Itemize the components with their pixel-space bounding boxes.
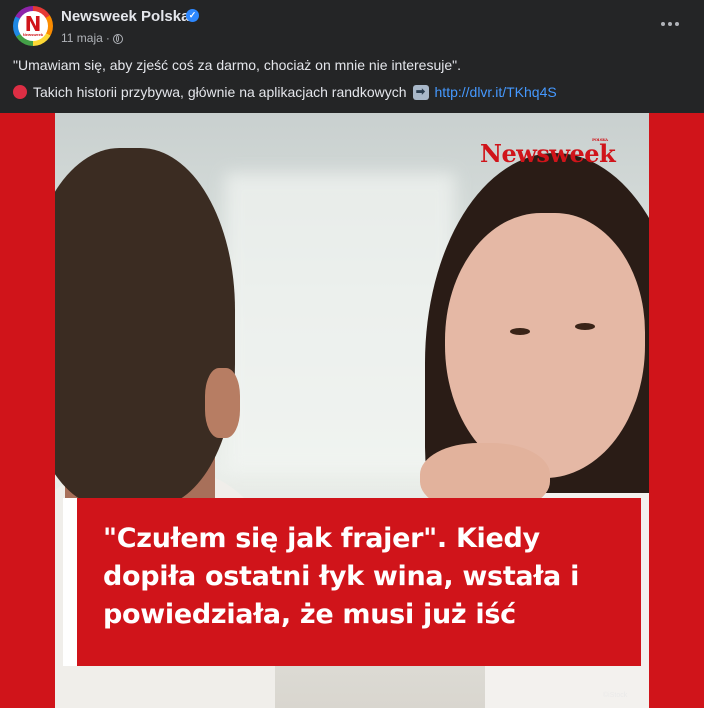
post-meta: 11 maja · xyxy=(61,31,123,45)
background-window xyxy=(225,173,455,473)
page-name-link[interactable]: Newsweek Polska xyxy=(61,8,189,25)
caption-box: "Czułem się jak frajer". Kiedy dopiła os… xyxy=(63,498,641,666)
page-avatar[interactable]: N Newsweek xyxy=(13,6,53,46)
logo-small-text: POLSKA xyxy=(592,137,608,142)
dot-icon xyxy=(668,22,672,26)
logo-text: Newsweek xyxy=(480,139,616,168)
photo: Newsweek POLSKA "Czułem się jak frajer".… xyxy=(55,113,649,708)
arrow-right-icon: ➡ xyxy=(412,84,429,100)
photo-credit: ©iStock xyxy=(603,692,628,699)
man-ear xyxy=(205,368,240,438)
article-link[interactable]: http://dlvr.it/TKhq4S xyxy=(435,84,557,100)
post-text-body: Takich historii przybywa, głównie na apl… xyxy=(33,84,407,100)
dot-icon xyxy=(661,22,665,26)
dot-icon xyxy=(675,22,679,26)
avatar-logo: N Newsweek xyxy=(18,11,48,41)
facebook-post: N Newsweek Newsweek Polska ✓ 11 maja · "U… xyxy=(0,0,704,708)
woman-eye xyxy=(510,328,530,335)
verified-badge-icon: ✓ xyxy=(186,9,199,22)
red-circle-icon xyxy=(13,85,27,99)
more-options-button[interactable] xyxy=(652,10,688,38)
meta-separator: · xyxy=(105,31,110,45)
post-date-link[interactable]: 11 maja xyxy=(61,31,103,45)
avatar-letter: N xyxy=(24,12,42,36)
woman-face xyxy=(445,213,645,478)
caption-headline: "Czułem się jak frajer". Kiedy dopiła os… xyxy=(103,523,580,630)
man-head xyxy=(55,148,235,508)
avatar-sub-text: Newsweek xyxy=(22,32,44,37)
globe-icon[interactable] xyxy=(112,34,123,44)
post-text-line-1: "Umawiam się, aby zjeść coś za darmo, ch… xyxy=(13,57,462,73)
post-text-line-2: Takich historii przybywa, głównie na apl… xyxy=(13,84,557,100)
post-header: N Newsweek Newsweek Polska ✓ 11 maja · xyxy=(0,0,704,52)
woman-eye xyxy=(575,323,595,330)
newsweek-logo: Newsweek POLSKA xyxy=(480,137,616,168)
post-image[interactable]: Newsweek POLSKA "Czułem się jak frajer".… xyxy=(0,113,704,708)
